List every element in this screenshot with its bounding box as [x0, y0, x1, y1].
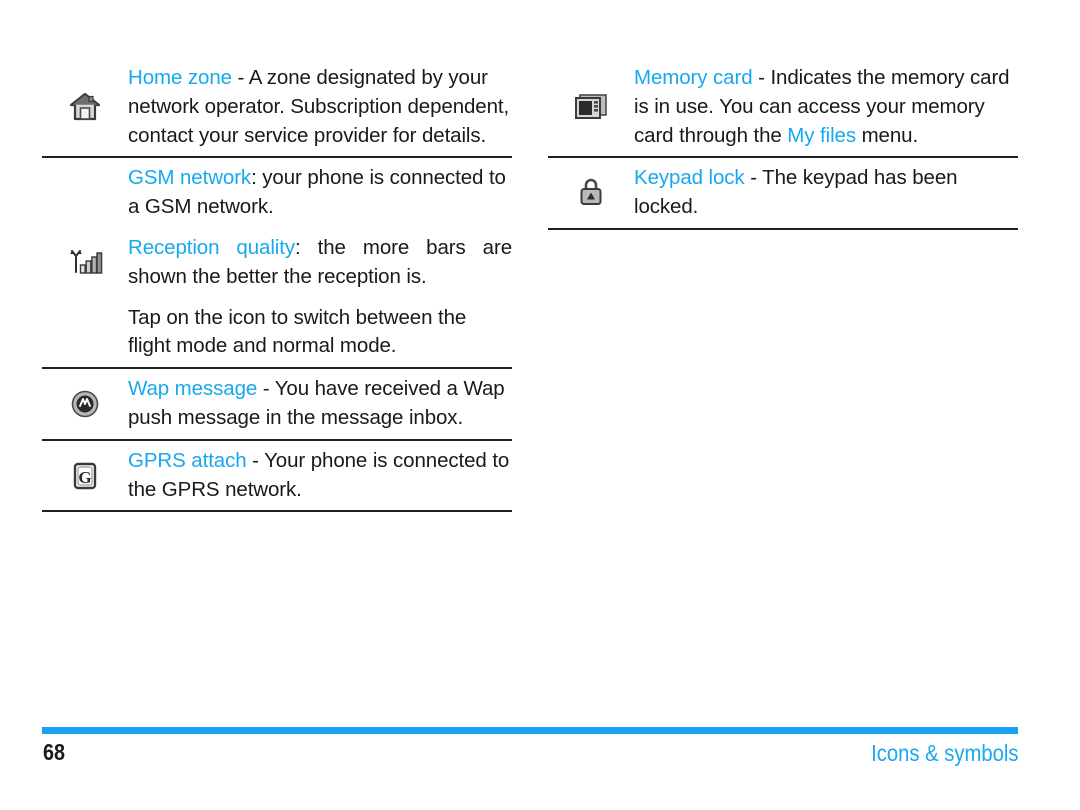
entry-separator: - — [246, 448, 265, 472]
entry-separator: - — [257, 377, 275, 401]
entry-term: GPRS attach — [128, 448, 247, 472]
divider — [548, 227, 1018, 230]
entry-wap-message: Wap message - You have received a Wap pu… — [42, 369, 512, 439]
gprs-attach-icon-glyph: G — [73, 462, 97, 489]
footer-section-title: Icons & symbols — [870, 740, 1018, 766]
entry-separator: : — [295, 235, 318, 259]
page-number: 68 — [43, 739, 66, 765]
gsm-network-icon-slot — [42, 176, 128, 210]
entry-description-part2: menu. — [855, 123, 919, 147]
entry-text: Keypad lock - The keypad has been locked… — [634, 164, 1018, 222]
entry-separator: - — [752, 66, 771, 89]
entry-gsm-network: GSM network: your phone is connected to … — [42, 158, 512, 228]
divider — [42, 510, 512, 513]
entry-separator: : — [251, 166, 263, 190]
entry-memory-card: Memory card - Indicates the memory card … — [548, 58, 1018, 156]
entry-term: Wap message — [128, 377, 258, 401]
entry-term: Reception quality — [128, 235, 295, 259]
entry-text: Home zone - A zone designated by your ne… — [128, 64, 512, 150]
entry-reception-quality-note: Tap on the icon to switch between the fl… — [42, 298, 512, 368]
entry-inline-term: My files — [787, 123, 856, 147]
entry-separator: - — [744, 166, 763, 190]
home-zone-icon — [42, 90, 128, 124]
entry-text: GSM network: your phone is connected to … — [128, 164, 512, 222]
reception-note-icon-slot — [42, 315, 128, 349]
memory-card-icon — [548, 90, 634, 124]
entry-term: Home zone — [128, 66, 232, 89]
memory-card-icon-glyph — [575, 94, 607, 120]
wap-message-icon-glyph — [71, 390, 99, 418]
entry-text: Wap message - You have received a Wap pu… — [128, 375, 512, 433]
keypad-lock-icon-glyph — [580, 178, 602, 206]
entry-keypad-lock: Keypad lock - The keypad has been locked… — [548, 158, 1018, 228]
entry-gprs-attach: G GPRS attach - Your phone is connected … — [42, 441, 512, 511]
entry-line-1: Reception quality: the more bars are sho… — [128, 234, 512, 292]
entry-term: Memory card — [634, 66, 753, 89]
entry-description: Tap on the icon to switch between the fl… — [128, 305, 467, 358]
footer-row: 68 Icons & symbols — [42, 739, 1018, 775]
entry-reception-quality: Reception quality: the more bars are sho… — [42, 228, 512, 298]
right-column: Memory card - Indicates the memory card … — [548, 58, 1018, 230]
page-footer: 68 Icons & symbols — [42, 727, 1018, 775]
manual-page: Home zone - A zone designated by your ne… — [0, 0, 1080, 810]
footer-accent-bar — [42, 727, 1018, 734]
entry-text: Tap on the icon to switch between the fl… — [128, 304, 512, 362]
entry-home-zone: Home zone - A zone designated by your ne… — [42, 58, 512, 156]
entry-text: GPRS attach - Your phone is connected to… — [128, 447, 512, 505]
entry-term: GSM network — [128, 166, 252, 190]
svg-text:G: G — [78, 468, 91, 487]
reception-quality-icon — [42, 246, 128, 280]
left-column: Home zone - A zone designated by your ne… — [42, 58, 512, 513]
entry-text: Reception quality: the more bars are sho… — [128, 234, 512, 292]
gprs-attach-icon: G — [42, 459, 128, 493]
reception-quality-icon-glyph — [70, 249, 103, 274]
wap-message-icon — [42, 387, 128, 421]
entry-separator: - — [231, 66, 249, 89]
entry-text: Memory card - Indicates the memory card … — [634, 64, 1018, 150]
entry-term: Keypad lock — [634, 166, 745, 190]
home-zone-icon-glyph — [69, 93, 101, 121]
keypad-lock-icon — [548, 176, 634, 210]
